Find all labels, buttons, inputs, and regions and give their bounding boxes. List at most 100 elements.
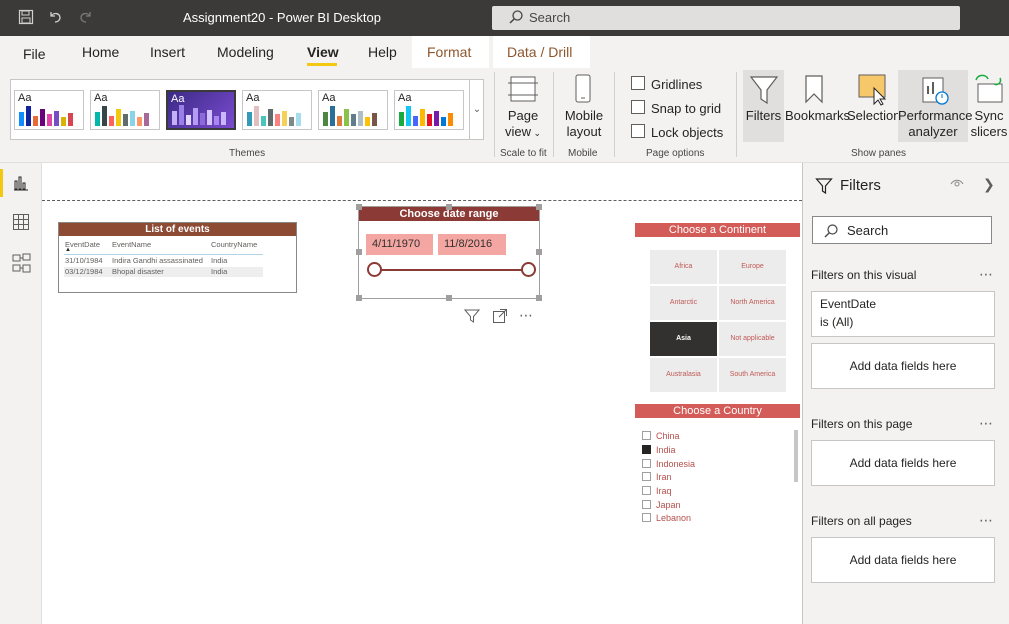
bookmark-icon[interactable] — [803, 74, 825, 107]
theme-option-selected[interactable]: Aa — [166, 90, 236, 130]
undo-icon[interactable] — [46, 9, 64, 27]
country-item[interactable]: China — [642, 431, 680, 441]
report-view-icon[interactable] — [12, 174, 30, 195]
page-view-button[interactable]: Page view ⌄ — [500, 108, 546, 141]
resize-handle[interactable] — [446, 204, 452, 210]
country-item[interactable]: Japan — [642, 500, 681, 510]
visual-filter-icon[interactable] — [463, 308, 481, 327]
menu-file[interactable]: File — [23, 46, 46, 62]
theme-option[interactable]: Aa — [394, 90, 464, 130]
menu-modeling[interactable]: Modeling — [217, 44, 274, 60]
filters-search-input[interactable]: Search — [812, 216, 992, 244]
checkbox[interactable] — [642, 431, 651, 440]
filter-card-eventdate[interactable]: EventDate is (All) — [811, 291, 995, 337]
resize-handle[interactable] — [536, 249, 542, 255]
scrollbar[interactable] — [794, 430, 798, 482]
resize-handle[interactable] — [356, 204, 362, 210]
sync-slicers-icon[interactable] — [972, 72, 1006, 109]
continent-tile-south-america[interactable]: South America — [719, 358, 786, 392]
country-item[interactable]: Lebanon — [642, 513, 691, 523]
theme-option[interactable]: Aa — [14, 90, 84, 130]
date-range-slicer[interactable]: Choose date range 4/11/1970 11/8/2016 — [356, 204, 542, 301]
checkbox-checked[interactable] — [642, 445, 651, 454]
report-canvas[interactable]: List of events EventDate EventName Count… — [42, 163, 802, 624]
more-options-icon[interactable]: ⋯ — [979, 415, 994, 432]
gridlines-checkbox[interactable] — [631, 76, 645, 90]
resize-handle[interactable] — [356, 295, 362, 301]
checkbox[interactable] — [642, 513, 651, 522]
resize-handle[interactable] — [446, 295, 452, 301]
country-item[interactable]: Iran — [642, 472, 672, 482]
menu-format[interactable]: Format — [427, 44, 471, 60]
continent-tile-north-america[interactable]: North America — [719, 286, 786, 320]
selection-icon[interactable] — [858, 74, 888, 109]
mobile-layout-icon[interactable] — [573, 74, 593, 104]
title-bar: Assignment20 - Power BI Desktop Search — [0, 0, 1009, 36]
lock-objects-checkbox[interactable] — [631, 124, 645, 138]
page-view-icon[interactable] — [505, 75, 541, 103]
app-title: Assignment20 - Power BI Desktop — [183, 10, 381, 25]
collapse-pane-chevron-icon[interactable]: ❯ — [983, 176, 995, 193]
add-data-fields-all-pages[interactable]: Add data fields here — [811, 537, 995, 583]
resize-handle[interactable] — [536, 204, 542, 210]
slider-start-handle[interactable] — [367, 262, 382, 277]
save-icon[interactable] — [17, 9, 35, 27]
end-date-input[interactable]: 11/8/2016 — [438, 234, 506, 255]
sync-slicers-button[interactable]: Sync slicers — [968, 108, 1009, 140]
menu-help[interactable]: Help — [368, 44, 397, 60]
continent-tile-australasia[interactable]: Australasia — [650, 358, 717, 392]
redo-icon[interactable] — [77, 9, 95, 27]
menu-data-drill-tab[interactable]: Data / Drill — [493, 36, 590, 68]
start-date-input[interactable]: 4/11/1970 — [366, 234, 433, 255]
theme-option[interactable]: Aa — [318, 90, 388, 130]
menu-data-drill[interactable]: Data / Drill — [507, 44, 572, 60]
menu-view[interactable]: View — [307, 44, 339, 60]
events-table-visual[interactable]: List of events EventDate EventName Count… — [58, 222, 297, 293]
more-options-icon[interactable]: ⋯ — [519, 307, 534, 324]
more-options-icon[interactable]: ⋯ — [979, 512, 994, 529]
checkbox[interactable] — [642, 459, 651, 468]
slider-end-handle[interactable] — [521, 262, 536, 277]
table-row[interactable]: 31/10/1984 Indira Gandhi assassinated In… — [64, 256, 263, 266]
theme-option[interactable]: Aa — [90, 90, 160, 130]
model-view-icon[interactable] — [12, 253, 32, 276]
selection-button[interactable]: Selection — [847, 108, 900, 124]
search-input[interactable]: Search — [492, 6, 960, 30]
themes-expand-chevron-icon[interactable]: ⌄ — [469, 80, 484, 139]
table-header-cell[interactable]: EventName — [112, 240, 151, 249]
checkbox[interactable] — [642, 486, 651, 495]
theme-option[interactable]: Aa — [242, 90, 312, 130]
table-title: List of events — [59, 223, 296, 236]
continent-tile-antarctic[interactable]: Antarctic — [650, 286, 717, 320]
resize-handle[interactable] — [356, 249, 362, 255]
checkbox[interactable] — [642, 472, 651, 481]
table-row[interactable]: 03/12/1984 Bhopal disaster India — [64, 267, 263, 277]
continent-tile-not-applicable[interactable]: Not applicable — [719, 322, 786, 356]
bookmarks-button[interactable]: Bookmarks — [785, 108, 850, 124]
country-item[interactable]: Indonesia — [642, 459, 695, 469]
continent-tile-europe[interactable]: Europe — [719, 250, 786, 284]
menu-format-tab[interactable]: Format — [412, 36, 489, 68]
mobile-layout-button[interactable]: Mobile layout — [560, 108, 608, 140]
menu-home[interactable]: Home — [82, 44, 119, 60]
eye-icon[interactable] — [950, 178, 964, 193]
data-view-icon[interactable] — [12, 213, 30, 234]
slider-track[interactable] — [375, 269, 528, 271]
snap-to-grid-checkbox[interactable] — [631, 100, 645, 114]
continent-tile-asia[interactable]: Asia — [650, 322, 717, 356]
add-data-fields-visual[interactable]: Add data fields here — [811, 343, 995, 389]
add-data-fields-page[interactable]: Add data fields here — [811, 440, 995, 486]
filter-state: is (All) — [820, 315, 854, 329]
checkbox[interactable] — [642, 500, 651, 509]
resize-handle[interactable] — [536, 295, 542, 301]
country-item[interactable]: Iraq — [642, 486, 672, 496]
continent-tile-africa[interactable]: Africa — [650, 250, 717, 284]
performance-analyzer-button[interactable]: Performance analyzer — [898, 70, 972, 142]
table-header-cell[interactable]: CountryName — [211, 240, 257, 249]
menu-insert[interactable]: Insert — [150, 44, 185, 60]
country-item-selected[interactable]: India — [642, 445, 676, 455]
more-options-icon[interactable]: ⋯ — [979, 266, 994, 283]
focus-mode-icon[interactable] — [492, 308, 508, 327]
theme-aa: Aa — [322, 92, 336, 104]
filters-pane-button[interactable]: Filters — [743, 70, 784, 142]
